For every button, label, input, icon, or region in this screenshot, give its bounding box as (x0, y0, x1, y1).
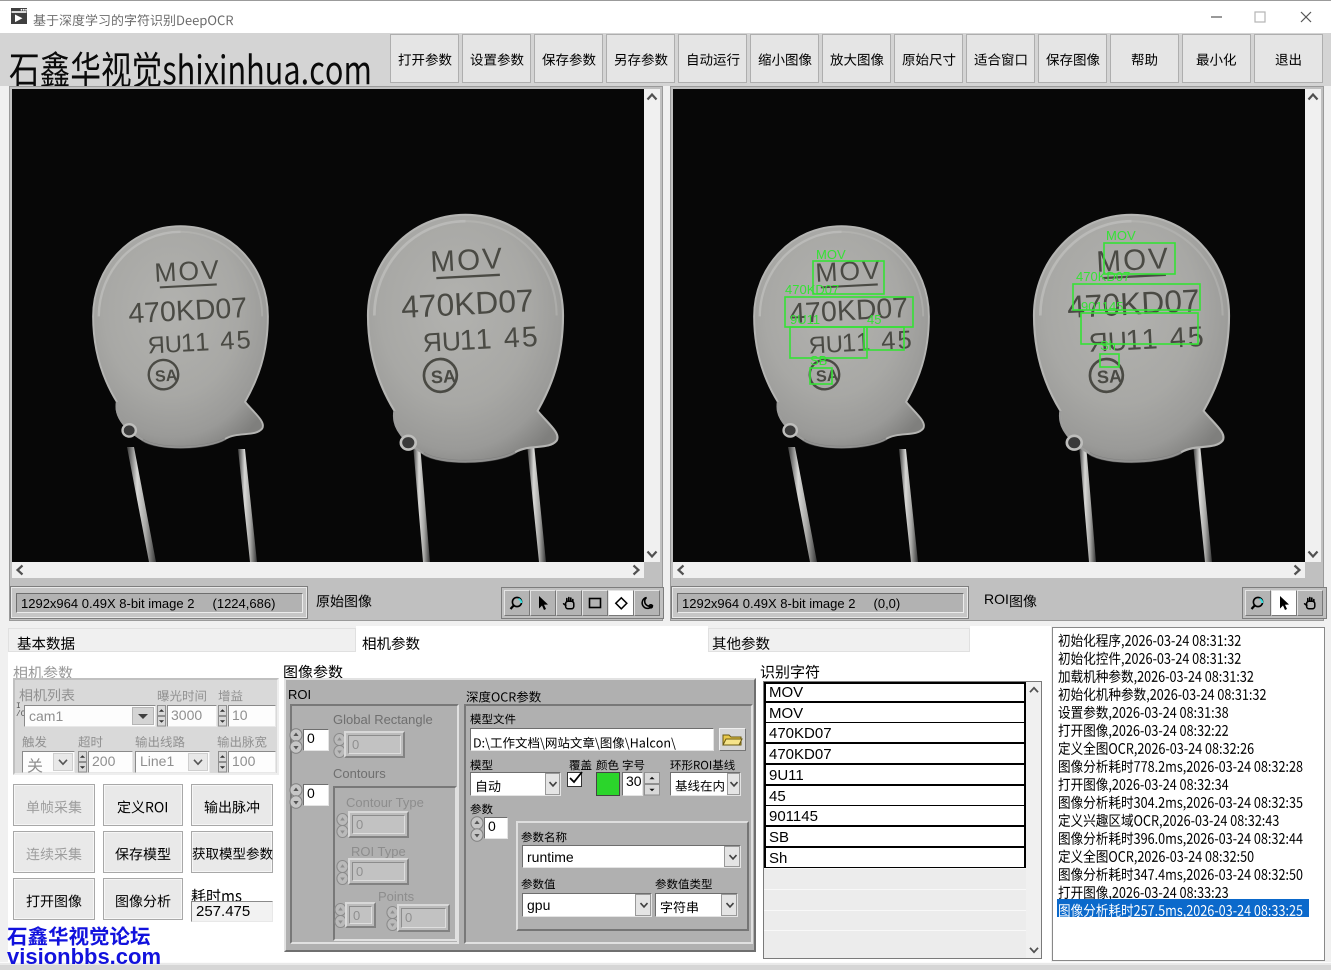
svg-text:45: 45 (867, 312, 881, 327)
svg-text:MOV: MOV (1106, 228, 1136, 243)
svg-text:470KD07: 470KD07 (785, 282, 839, 297)
svg-text:Sh: Sh (1100, 338, 1116, 353)
svg-text:470KD07: 470KD07 (1076, 269, 1130, 284)
svg-text:MOV: MOV (816, 247, 846, 262)
svg-text:901145: 901145 (1081, 299, 1123, 314)
svg-text:SB: SB (810, 353, 827, 368)
svg-text:9U11: 9U11 (790, 312, 820, 327)
